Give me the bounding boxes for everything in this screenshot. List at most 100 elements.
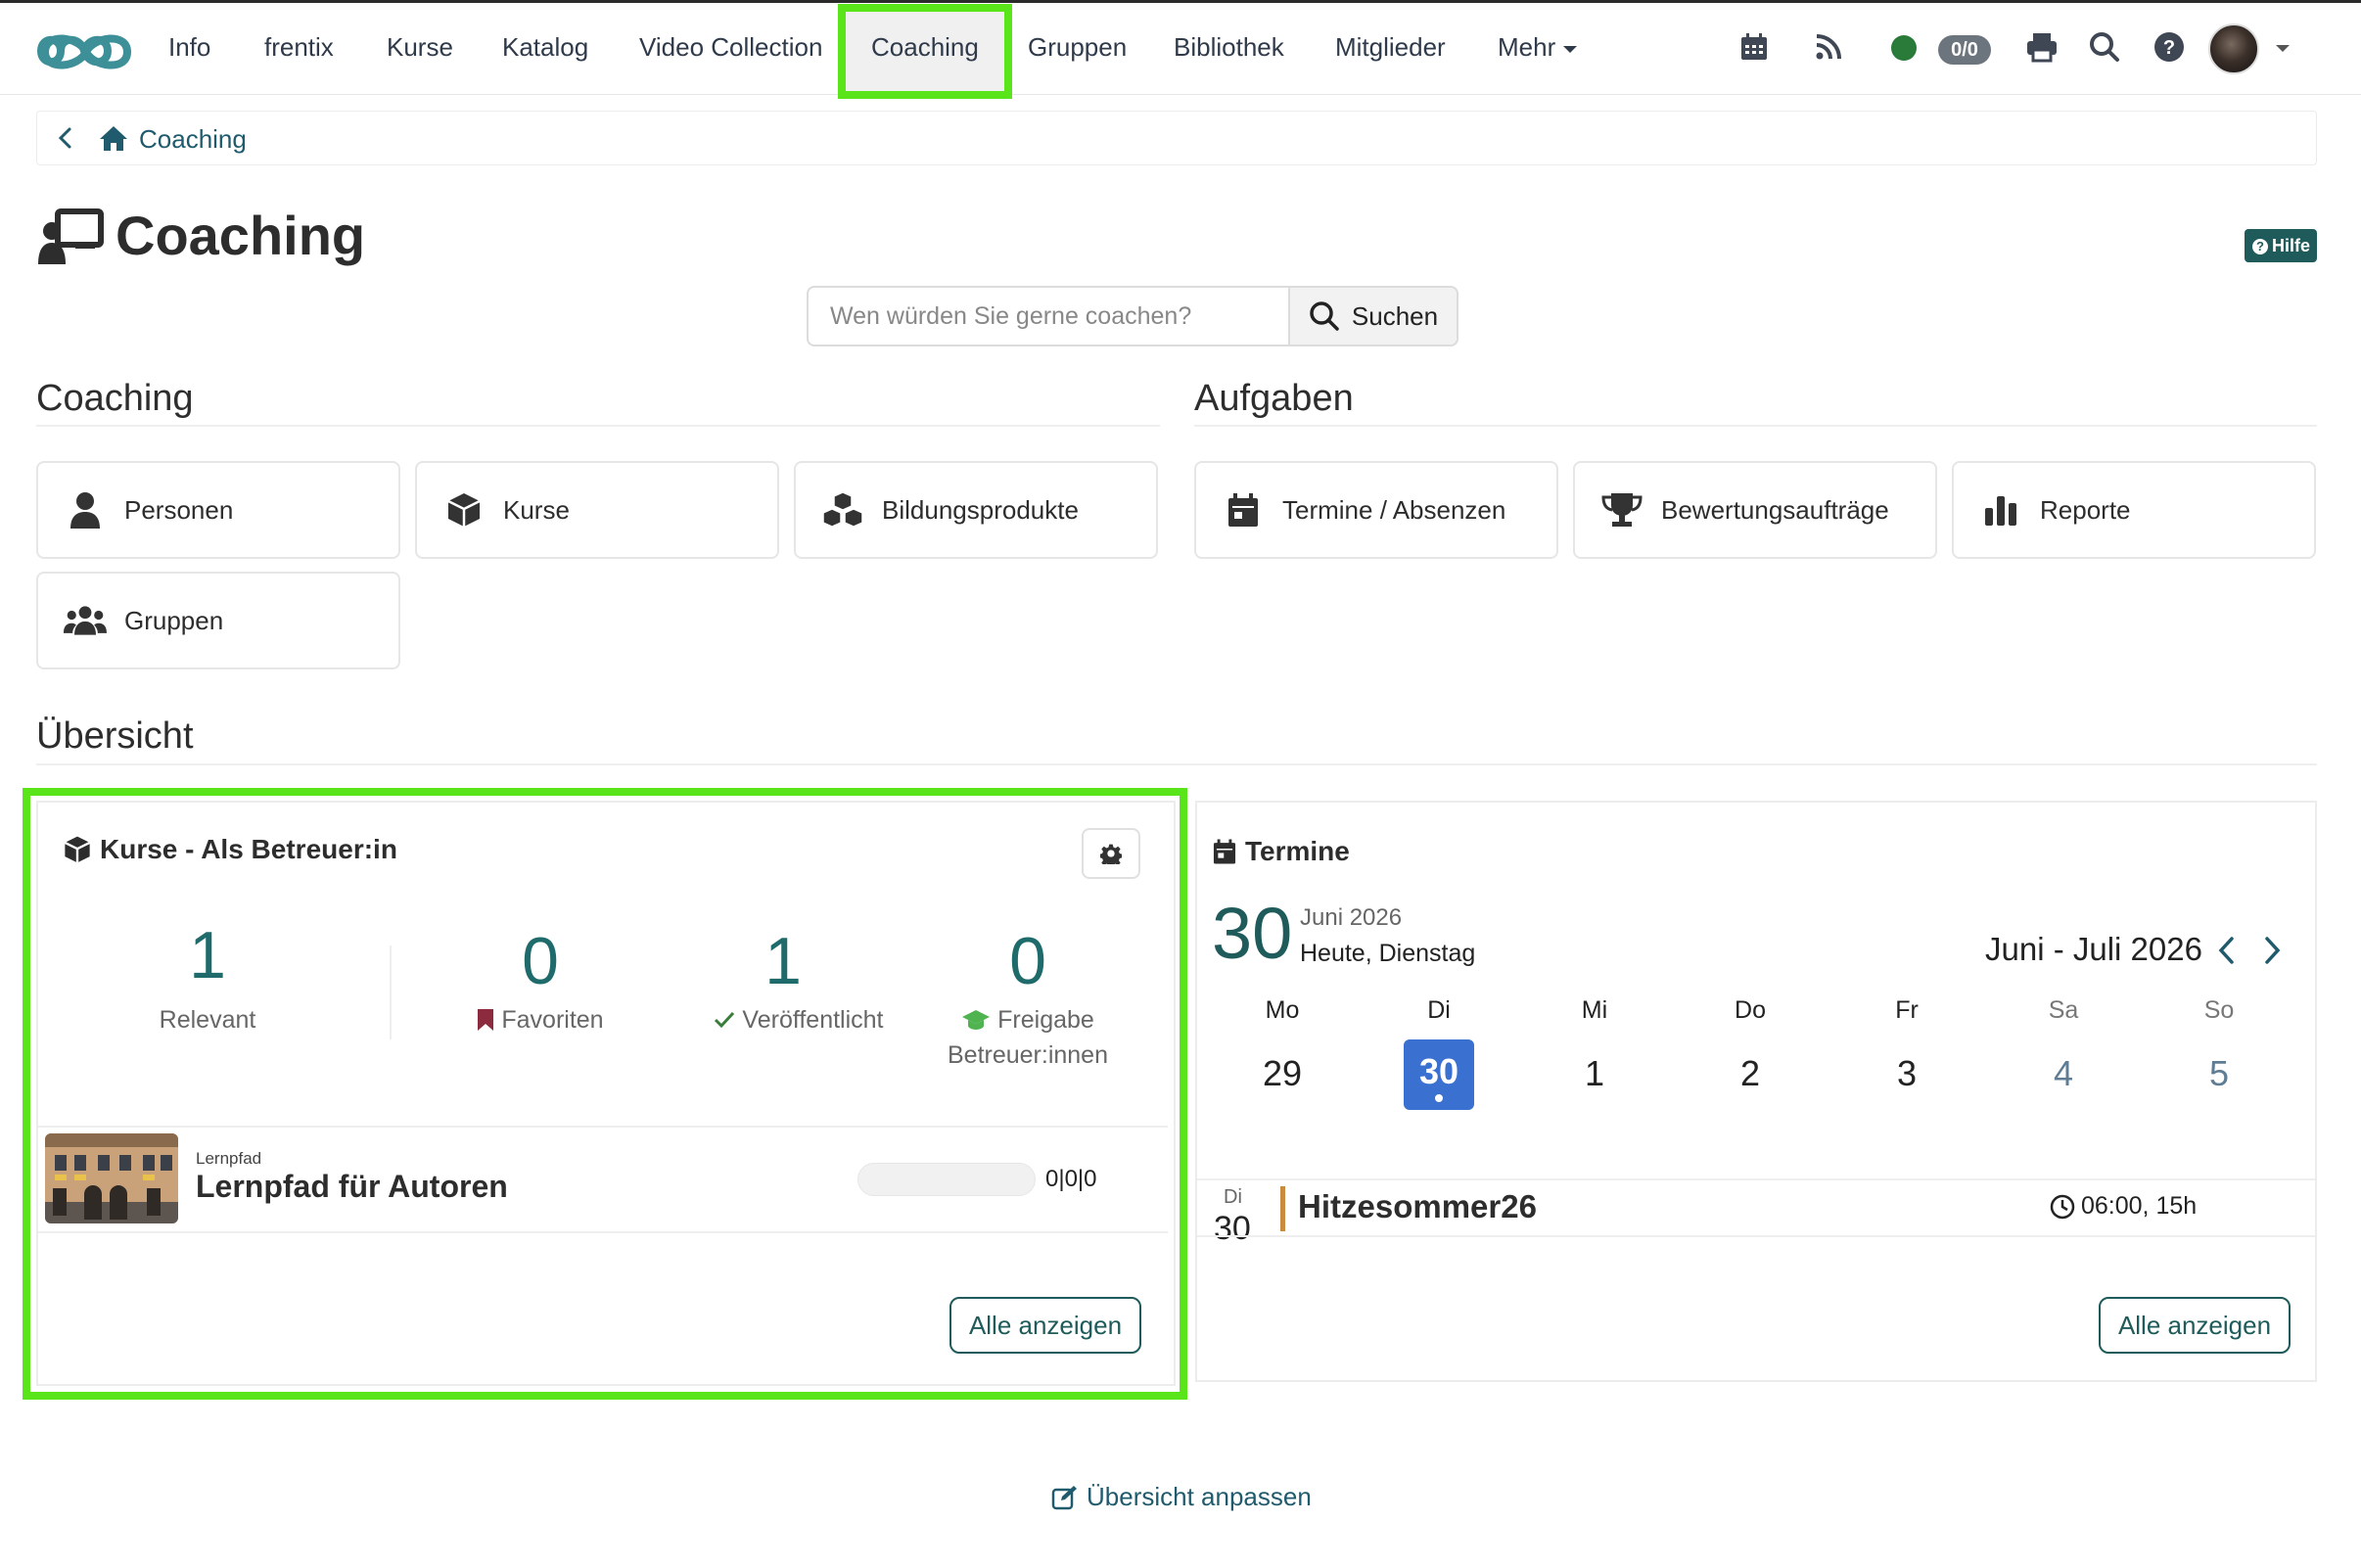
customize-overview-label: Übersicht anpassen bbox=[1087, 1482, 1312, 1511]
notification-count-badge[interactable]: 0/0 bbox=[1938, 35, 1991, 65]
search-button[interactable]: Suchen bbox=[1288, 286, 1458, 346]
tile-label: Reporte bbox=[2040, 494, 2131, 525]
section-title-overview: Übersicht bbox=[36, 715, 194, 757]
tile-label: Gruppen bbox=[124, 605, 224, 635]
section-divider bbox=[36, 425, 1160, 427]
nav-item-mehr-label: Mehr bbox=[1498, 32, 1556, 62]
event-weekday: Di bbox=[1224, 1186, 1242, 1208]
breadcrumb: Coaching bbox=[36, 111, 2317, 165]
calendar-range: Juni - Juli 2026 bbox=[1985, 931, 2202, 967]
openolat-logo-ring bbox=[40, 34, 132, 69]
list-divider bbox=[1197, 1178, 2315, 1180]
chevron-left-icon[interactable] bbox=[53, 125, 78, 151]
highlight-courses-card bbox=[23, 788, 1187, 1400]
nav-item-mitglieder[interactable]: Mitglieder bbox=[1335, 29, 1446, 65]
list-divider bbox=[1197, 1235, 2315, 1237]
chevron-right-icon[interactable] bbox=[2257, 934, 2287, 967]
calendar-day[interactable]: 3 bbox=[1868, 1049, 1946, 1098]
nav-item-gruppen[interactable]: Gruppen bbox=[1028, 29, 1127, 65]
help-icon: ? bbox=[2252, 239, 2268, 254]
section-divider bbox=[36, 763, 2317, 765]
online-status-dot[interactable] bbox=[1891, 35, 1917, 61]
tile-bildungsprodukte[interactable]: Bildungsprodukte bbox=[794, 461, 1158, 559]
clock-icon bbox=[2050, 1194, 2075, 1219]
nav-item-video-collection[interactable]: Video Collection bbox=[639, 29, 822, 65]
help-icon[interactable]: ? bbox=[2150, 27, 2189, 67]
cube-icon bbox=[442, 488, 486, 531]
section-divider bbox=[1194, 425, 2317, 427]
search-icon bbox=[1310, 301, 1339, 331]
event-day: 30 bbox=[1214, 1210, 1251, 1247]
event-color-bar bbox=[1280, 1186, 1285, 1231]
tile-gruppen[interactable]: Gruppen bbox=[36, 572, 400, 669]
highlight-nav-coaching bbox=[838, 4, 1012, 99]
event-time-text: 06:00, 15h bbox=[2081, 1192, 2198, 1220]
events-show-all-button[interactable]: Alle anzeigen bbox=[2099, 1297, 2291, 1354]
search-input[interactable] bbox=[807, 286, 1288, 346]
printer-icon[interactable] bbox=[2022, 27, 2061, 67]
section-title-coaching: Coaching bbox=[36, 378, 194, 419]
svg-text:?: ? bbox=[2163, 37, 2175, 59]
tile-reporte[interactable]: Reporte bbox=[1952, 461, 2316, 559]
chevron-down-icon bbox=[1563, 45, 1578, 53]
calendar-day[interactable]: 2 bbox=[1711, 1049, 1789, 1098]
nav-item-mehr[interactable]: Mehr bbox=[1498, 29, 1578, 65]
tile-label: Personen bbox=[124, 494, 234, 525]
weekday-di: Di bbox=[1427, 996, 1451, 1024]
weekday-so: So bbox=[2203, 996, 2235, 1024]
event-title[interactable]: Hitzesommer26 bbox=[1298, 1188, 1537, 1225]
customize-overview-link[interactable]: Übersicht anpassen bbox=[1051, 1482, 1312, 1512]
weekday-mo: Mo bbox=[1265, 996, 1300, 1024]
calendar-card-title: Termine bbox=[1212, 834, 1350, 869]
tile-termine-absenzen[interactable]: Termine / Absenzen bbox=[1194, 461, 1558, 559]
home-icon[interactable] bbox=[98, 123, 129, 153]
help-label: Hilfe bbox=[2272, 236, 2311, 255]
nav-item-frentix[interactable]: frentix bbox=[264, 29, 334, 65]
nav-item-info[interactable]: Info bbox=[168, 29, 210, 65]
search-icon[interactable] bbox=[2085, 27, 2124, 67]
calendar-day[interactable]: 5 bbox=[2180, 1049, 2258, 1098]
weekday-sa: Sa bbox=[2048, 996, 2079, 1024]
person-icon bbox=[64, 488, 107, 531]
weekday-do: Do bbox=[1735, 996, 1766, 1024]
search-button-label: Suchen bbox=[1351, 300, 1439, 331]
weekday-fr: Fr bbox=[1895, 996, 1919, 1024]
calendar-card-title-text: Termine bbox=[1245, 836, 1350, 866]
tile-label: Termine / Absenzen bbox=[1282, 494, 1506, 525]
help-button[interactable]: ? Hilfe bbox=[2245, 229, 2317, 262]
breadcrumb-item-coaching[interactable]: Coaching bbox=[139, 123, 247, 155]
tile-label: Kurse bbox=[503, 494, 570, 525]
rss-icon[interactable] bbox=[1809, 27, 1848, 67]
today-day-number: 30 bbox=[1212, 893, 1293, 974]
nav-item-katalog[interactable]: Katalog bbox=[502, 29, 588, 65]
chevron-down-icon[interactable] bbox=[2276, 45, 2290, 52]
tile-kurse[interactable]: Kurse bbox=[415, 461, 779, 559]
calendar-day[interactable]: 29 bbox=[1243, 1049, 1321, 1098]
avatar[interactable] bbox=[2208, 23, 2259, 74]
tile-label: Bewertungsaufträge bbox=[1661, 494, 1889, 525]
tile-label: Bildungsprodukte bbox=[882, 494, 1079, 525]
edit-icon bbox=[1051, 1485, 1077, 1509]
nav-item-bibliothek[interactable]: Bibliothek bbox=[1174, 29, 1284, 65]
calendar-day[interactable]: 4 bbox=[2024, 1049, 2103, 1098]
coaching-icon bbox=[38, 208, 104, 264]
tile-bewertungsauftraege[interactable]: Bewertungsaufträge bbox=[1573, 461, 1937, 559]
section-title-aufgaben: Aufgaben bbox=[1194, 378, 1354, 419]
event-time: 06:00, 15h bbox=[2050, 1192, 2197, 1221]
calendar-icon bbox=[1213, 839, 1236, 864]
page-title: Coaching bbox=[116, 205, 366, 266]
today-month: Juni 2026 bbox=[1300, 904, 1403, 931]
bar-chart-icon bbox=[1979, 488, 2022, 531]
calendar-icon[interactable] bbox=[1735, 27, 1774, 67]
cubes-icon bbox=[821, 488, 864, 531]
event-indicator-dot bbox=[1435, 1094, 1443, 1102]
today-label: Heute, Dienstag bbox=[1300, 940, 1476, 967]
users-icon bbox=[64, 599, 107, 642]
tile-personen[interactable]: Personen bbox=[36, 461, 400, 559]
calendar-icon bbox=[1222, 488, 1265, 531]
weekday-mi: Mi bbox=[1581, 996, 1608, 1024]
nav-item-kurse[interactable]: Kurse bbox=[387, 29, 453, 65]
trophy-icon bbox=[1600, 488, 1643, 531]
calendar-day[interactable]: 1 bbox=[1555, 1049, 1634, 1098]
chevron-left-icon[interactable] bbox=[2212, 934, 2242, 967]
